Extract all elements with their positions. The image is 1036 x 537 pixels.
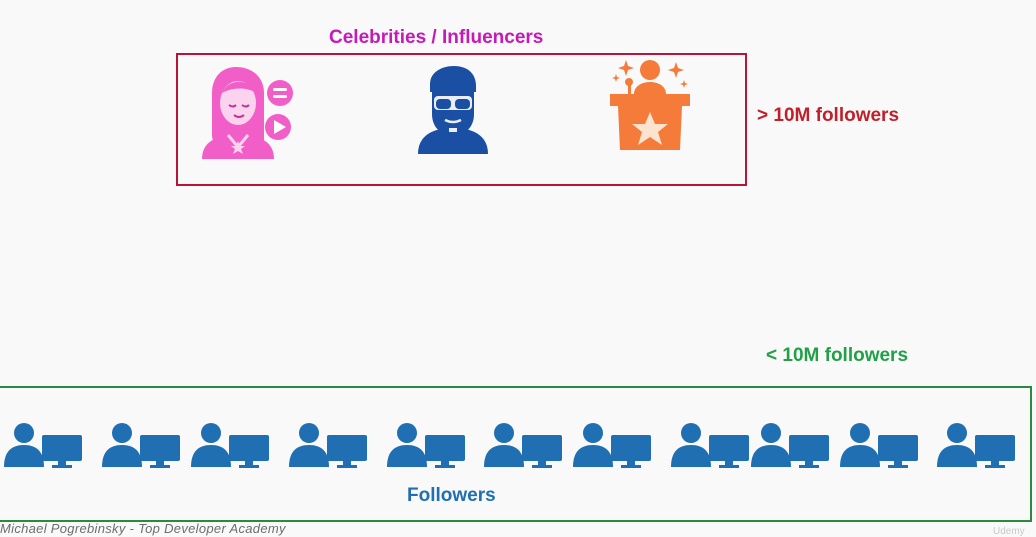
followers-threshold-label: < 10M followers bbox=[766, 345, 909, 366]
user-at-computer-icon bbox=[387, 423, 465, 468]
user-at-computer-icon bbox=[751, 423, 829, 468]
user-at-computer-icon bbox=[484, 423, 562, 468]
influencer-woman-icon bbox=[202, 67, 293, 159]
user-at-computer-icon bbox=[191, 423, 269, 468]
bearded-man-sunglasses-icon bbox=[418, 66, 488, 154]
user-at-computer-icon bbox=[102, 423, 180, 468]
celebrities-title: Celebrities / Influencers bbox=[329, 27, 544, 48]
user-at-computer-icon bbox=[671, 423, 749, 468]
user-at-computer-icon bbox=[840, 423, 918, 468]
user-at-computer-icon bbox=[937, 423, 1015, 468]
user-at-computer-icon bbox=[573, 423, 651, 468]
author-watermark: Michael Pogrebinsky - Top Developer Acad… bbox=[0, 521, 286, 536]
user-at-computer-icon bbox=[289, 423, 367, 468]
speaker-podium-star-icon bbox=[610, 60, 690, 150]
user-at-computer-icon bbox=[4, 423, 82, 468]
followers-label: Followers bbox=[407, 485, 496, 506]
celebrities-threshold-label: > 10M followers bbox=[757, 105, 900, 126]
udemy-watermark: Udemy bbox=[993, 526, 1025, 537]
